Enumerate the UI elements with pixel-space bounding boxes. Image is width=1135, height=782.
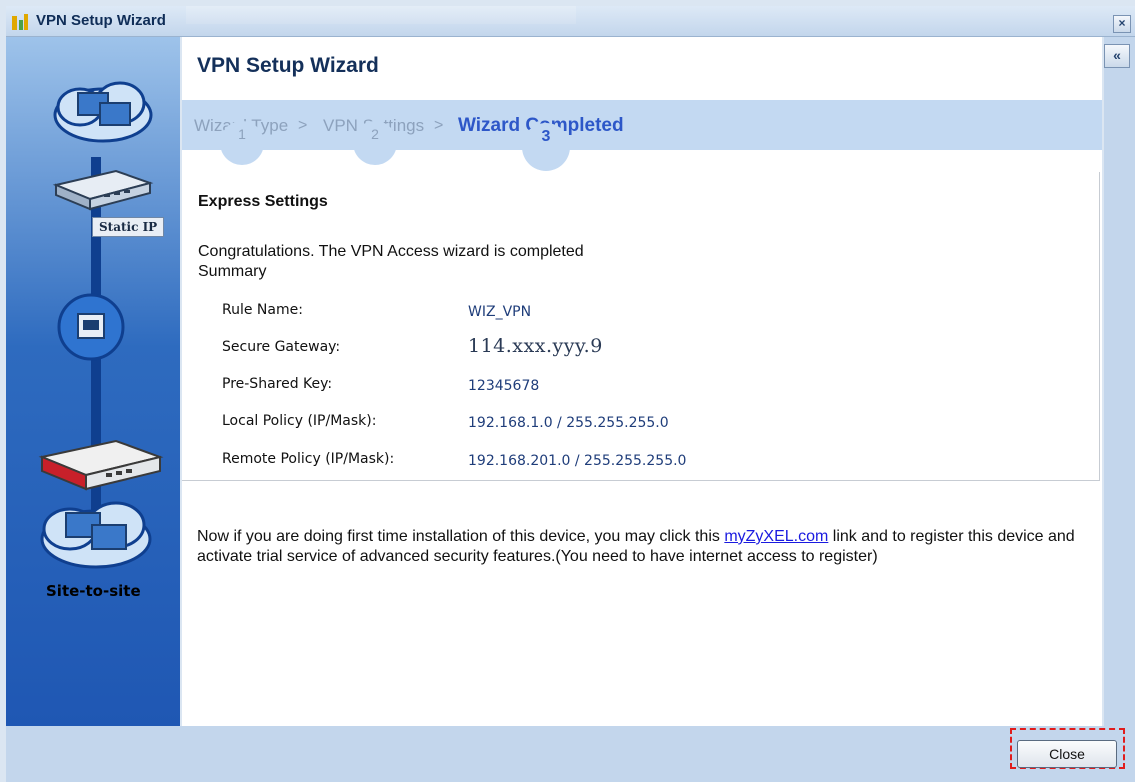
summary-value: 192.168.1.0 / 255.255.255.0 — [468, 415, 669, 431]
summary-label: Remote Policy (IP/Mask): — [222, 451, 395, 467]
summary-label: Secure Gateway: — [222, 339, 341, 355]
background-tabs — [186, 6, 576, 24]
window-titlebar: VPN Setup Wizard × — [6, 6, 1135, 37]
summary-value: 192.168.201.0 / 255.255.255.0 — [468, 453, 687, 469]
step-chevron-icon: > — [434, 117, 444, 134]
summary-label: Local Policy (IP/Mask): — [222, 413, 377, 429]
summary-label: Pre-Shared Key: — [222, 376, 333, 392]
static-ip-label: Static IP — [92, 217, 165, 237]
collapse-panel-icon[interactable]: « — [1104, 44, 1130, 68]
cloud-network-icon — [53, 81, 153, 143]
step-number-3: 3 — [522, 123, 570, 171]
registration-note: Now if you are doing first time installa… — [197, 527, 1077, 567]
congrats-message: Congratulations. The VPN Access wizard i… — [198, 242, 584, 282]
summary-row-pre-shared-key: Pre-Shared Key: 12345678 — [182, 376, 1082, 400]
wizard-sidebar: Static IP Site-to-site — [6, 37, 180, 726]
firewall-device-icon — [52, 169, 154, 211]
step-number-2: 2 — [353, 121, 397, 165]
summary-value: 114.xxx.yyy.9 — [468, 335, 603, 357]
right-strip — [1104, 37, 1135, 726]
ethernet-globe-icon — [57, 293, 125, 361]
close-icon[interactable]: × — [1113, 15, 1131, 33]
congrats-line: Congratulations. The VPN Access wizard i… — [198, 243, 584, 260]
express-settings-panel: Express Settings Congratulations. The VP… — [182, 172, 1100, 481]
summary-label: Rule Name: — [222, 302, 303, 318]
summary-value: WIZ_VPN — [468, 304, 532, 320]
wizard-steps-bar: Wizard Type > VPN Settings > Wizard Comp… — [182, 100, 1102, 150]
step-number-1: 1 — [220, 121, 264, 165]
summary-row-secure-gateway: Secure Gateway: 114.xxx.yyy.9 — [182, 335, 1082, 363]
summary-row-rule-name: Rule Name: WIZ_VPN — [182, 302, 1082, 326]
wizard-icon — [12, 14, 28, 30]
summary-row-local-policy: Local Policy (IP/Mask): 192.168.1.0 / 25… — [182, 413, 1082, 437]
close-button[interactable]: Close — [1017, 740, 1117, 768]
step-chevron-icon: > — [298, 117, 308, 134]
wizard-footer — [6, 726, 1135, 782]
window-title: VPN Setup Wizard — [36, 12, 166, 29]
page-title: VPN Setup Wizard — [197, 54, 379, 77]
wizard-main-panel: VPN Setup Wizard Wizard Type > VPN Setti… — [182, 37, 1102, 726]
myzyxel-link[interactable]: myZyXEL.com — [724, 528, 828, 545]
note-text: Now if you are doing first time installa… — [197, 528, 725, 545]
summary-row-remote-policy: Remote Policy (IP/Mask): 192.168.201.0 /… — [182, 451, 1082, 475]
site-to-site-label: Site-to-site — [46, 582, 141, 600]
summary-value: 12345678 — [468, 378, 540, 394]
cloud-network-icon — [40, 501, 152, 569]
summary-label: Summary — [198, 263, 267, 280]
zywall-device-icon — [38, 439, 164, 491]
express-settings-title: Express Settings — [198, 193, 328, 210]
